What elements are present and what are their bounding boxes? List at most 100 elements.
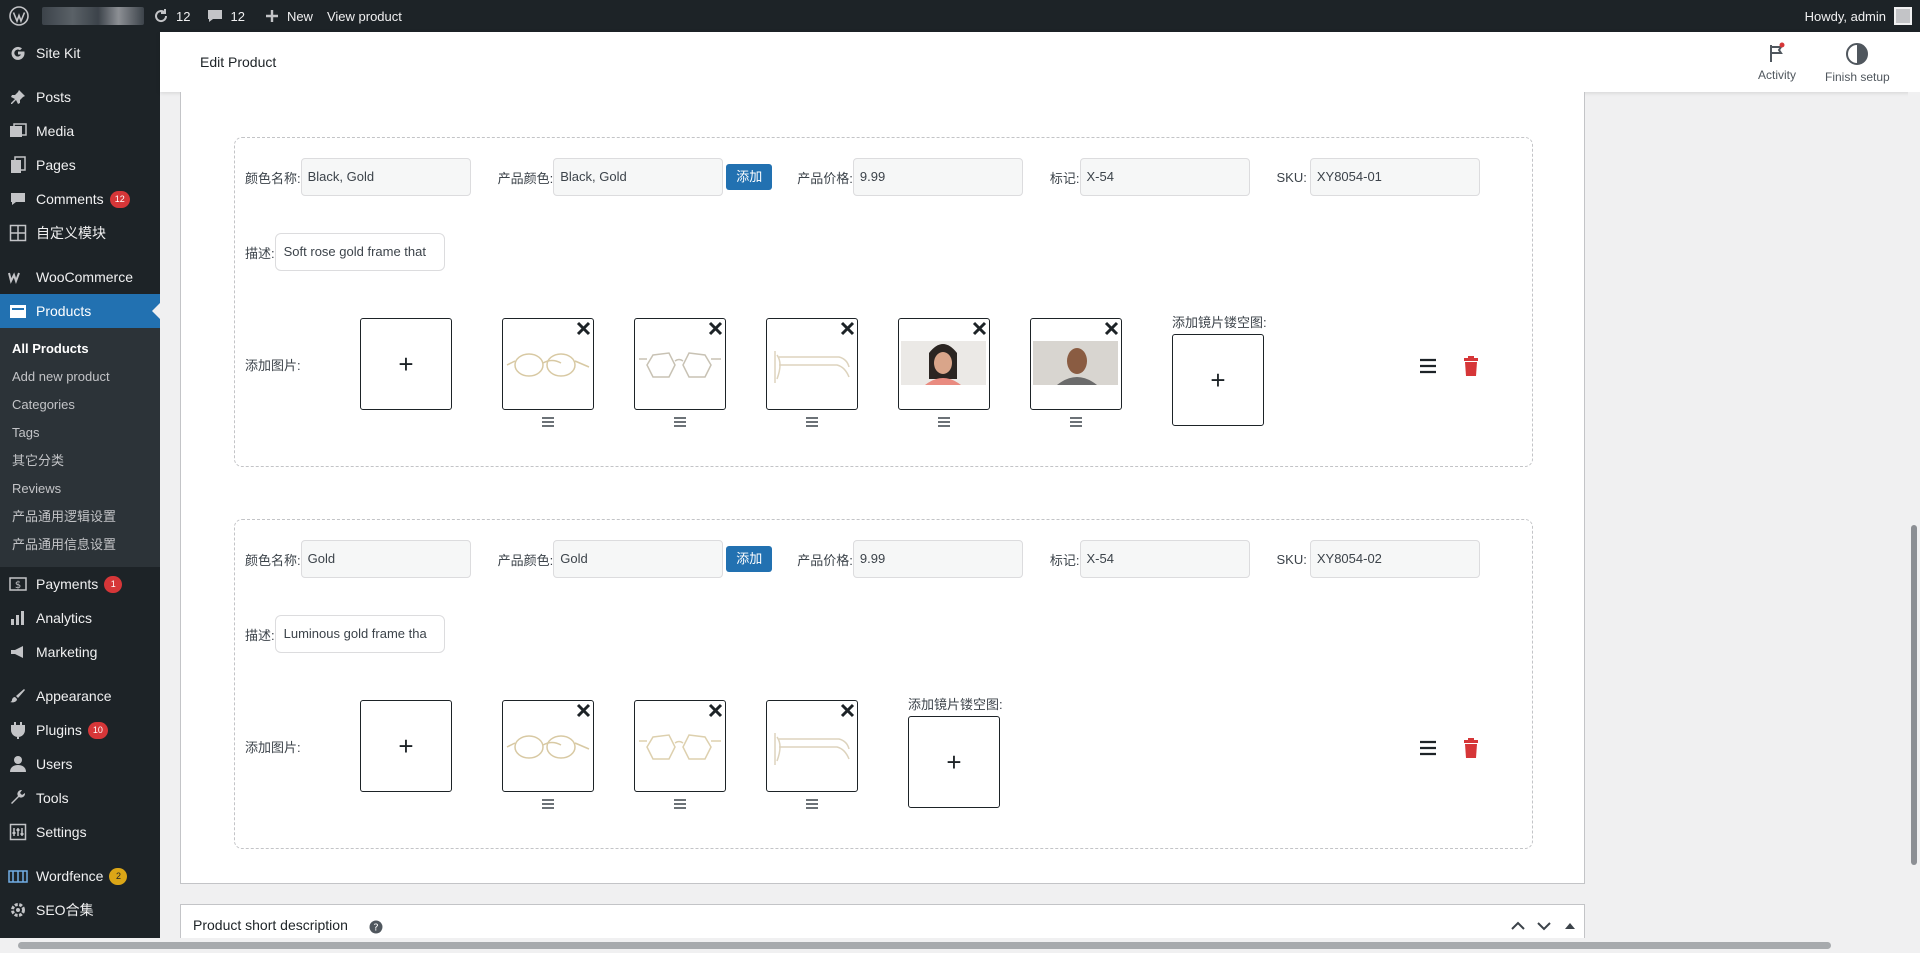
submenu-info-settings[interactable]: 产品通用信息设置 [0, 531, 160, 559]
remove-image-icon[interactable] [576, 321, 591, 336]
image-thumb[interactable] [766, 318, 858, 410]
add-cutout-label: 添加镜片镂空图: [908, 697, 1003, 712]
new-content-link[interactable]: New [263, 0, 313, 32]
image-thumb[interactable] [634, 318, 726, 410]
help-icon[interactable]: ? [369, 920, 383, 934]
settings-icon [8, 822, 28, 842]
sidebar-item-payments[interactable]: $ Payments 1 [0, 567, 160, 601]
vertical-scrollbar[interactable] [1908, 92, 1920, 938]
submenu-add-new-product[interactable]: Add new product [0, 363, 160, 391]
remove-image-icon[interactable] [708, 703, 723, 718]
color-name-input[interactable]: Gold [300, 540, 471, 578]
wordpress-logo-icon[interactable] [2, 0, 36, 32]
plus-icon: + [1210, 364, 1226, 395]
price-input[interactable]: 9.99 [852, 540, 1023, 578]
image-thumb[interactable] [502, 700, 594, 792]
sidebar-item-custom-modules[interactable]: 自定义模块 [0, 216, 160, 250]
sku-input[interactable]: XY8054-01 [1309, 158, 1480, 196]
plus-icon: + [398, 730, 414, 761]
sidebar-item-wordfence[interactable]: Wordfence 2 [0, 859, 160, 893]
sidebar-item-posts[interactable]: Posts [0, 80, 160, 114]
toggle-panel-icon[interactable] [1565, 922, 1575, 929]
submenu-tags[interactable]: Tags [0, 419, 160, 447]
sidebar-item-woocommerce[interactable]: WooCommerce [0, 260, 160, 294]
sidebar-item-analytics[interactable]: Analytics [0, 601, 160, 635]
finish-setup-button[interactable]: Finish setup [1825, 42, 1890, 84]
add-image-button[interactable]: + [360, 318, 452, 410]
site-name-link[interactable] [42, 7, 144, 25]
color-name-input[interactable]: Black, Gold [300, 158, 471, 196]
my-account-link[interactable]: Howdy, admin [1805, 0, 1912, 32]
image-thumb[interactable] [1030, 318, 1122, 410]
image-thumb[interactable] [898, 318, 990, 410]
drag-handle-icon[interactable] [502, 798, 594, 814]
product-color-input[interactable]: Black, Gold [553, 158, 724, 196]
horizontal-scrollbar-thumb[interactable] [18, 942, 1831, 949]
add-cutout-label: 添加镜片镂空图: [1172, 315, 1267, 330]
drag-variant-icon[interactable] [1419, 358, 1437, 374]
sku-input[interactable]: XY8054-02 [1309, 540, 1480, 578]
image-thumb[interactable] [634, 700, 726, 792]
drag-handle-icon[interactable] [766, 416, 858, 432]
remove-image-icon[interactable] [840, 703, 855, 718]
sidebar-item-settings[interactable]: Settings [0, 815, 160, 849]
submenu-categories[interactable]: Categories [0, 391, 160, 419]
submenu-logic-settings[interactable]: 产品通用逻辑设置 [0, 503, 160, 531]
remove-image-icon[interactable] [576, 703, 591, 718]
sidebar-item-label: Appearance [36, 688, 112, 704]
horizontal-scrollbar[interactable] [0, 938, 1920, 953]
comments-link[interactable]: 12 [206, 0, 245, 32]
remove-image-icon[interactable] [708, 321, 723, 336]
user-icon [8, 754, 28, 774]
product-color-label: 产品颜色: [497, 170, 554, 186]
price-input[interactable]: 9.99 [852, 158, 1023, 196]
mark-input[interactable]: X-54 [1079, 540, 1250, 578]
view-product-link[interactable]: View product [327, 0, 402, 32]
submenu-reviews[interactable]: Reviews [0, 475, 160, 503]
submenu-other-categories[interactable]: 其它分类 [0, 447, 160, 475]
remove-image-icon[interactable] [1104, 321, 1119, 336]
updates-link[interactable]: 12 [152, 0, 190, 32]
remove-image-icon[interactable] [840, 321, 855, 336]
sidebar-item-comments[interactable]: Comments 12 [0, 182, 160, 216]
drag-handle-icon[interactable] [766, 798, 858, 814]
archive-icon [8, 301, 28, 321]
sidebar-item-appearance[interactable]: Appearance [0, 679, 160, 713]
add-cutout-button[interactable]: + [1172, 334, 1264, 426]
activity-button[interactable]: Activity [1758, 42, 1796, 82]
sidebar-item-users[interactable]: Users [0, 747, 160, 781]
description-input[interactable]: Luminous gold frame tha [274, 615, 445, 653]
image-thumb[interactable] [502, 318, 594, 410]
drag-handle-icon[interactable] [634, 416, 726, 432]
move-down-icon[interactable] [1537, 921, 1551, 931]
description-input[interactable]: Soft rose gold frame that [274, 233, 445, 271]
drag-variant-icon[interactable] [1419, 740, 1437, 756]
move-up-icon[interactable] [1511, 921, 1525, 931]
sidebar-item-media[interactable]: Media [0, 114, 160, 148]
sidebar-item-seo[interactable]: SEO合集 [0, 893, 160, 927]
vertical-scrollbar-thumb[interactable] [1911, 525, 1917, 865]
trash-icon[interactable] [1463, 738, 1479, 758]
image-thumb[interactable] [766, 700, 858, 792]
add-cutout-button[interactable]: + [908, 716, 1000, 808]
g-icon [8, 43, 28, 63]
product-color-input[interactable]: Gold [553, 540, 724, 578]
sidebar-item-pages[interactable]: Pages [0, 148, 160, 182]
drag-handle-icon[interactable] [634, 798, 726, 814]
drag-handle-icon[interactable] [898, 416, 990, 432]
drag-handle-icon[interactable] [502, 416, 594, 432]
sidebar-item-label: Marketing [36, 644, 98, 660]
trash-icon[interactable] [1463, 356, 1479, 376]
add-image-button[interactable]: + [360, 700, 452, 792]
drag-handle-icon[interactable] [1030, 416, 1122, 432]
submenu-all-products[interactable]: All Products [0, 335, 160, 363]
add-color-button[interactable]: 添加 [726, 164, 773, 190]
add-color-button[interactable]: 添加 [726, 546, 773, 572]
sidebar-item-tools[interactable]: Tools [0, 781, 160, 815]
mark-input[interactable]: X-54 [1079, 158, 1250, 196]
sidebar-item-plugins[interactable]: Plugins 10 [0, 713, 160, 747]
remove-image-icon[interactable] [972, 321, 987, 336]
sidebar-item-marketing[interactable]: Marketing [0, 635, 160, 669]
sidebar-item-site-kit[interactable]: Site Kit [0, 36, 160, 70]
sidebar-item-products[interactable]: Products [0, 294, 160, 328]
